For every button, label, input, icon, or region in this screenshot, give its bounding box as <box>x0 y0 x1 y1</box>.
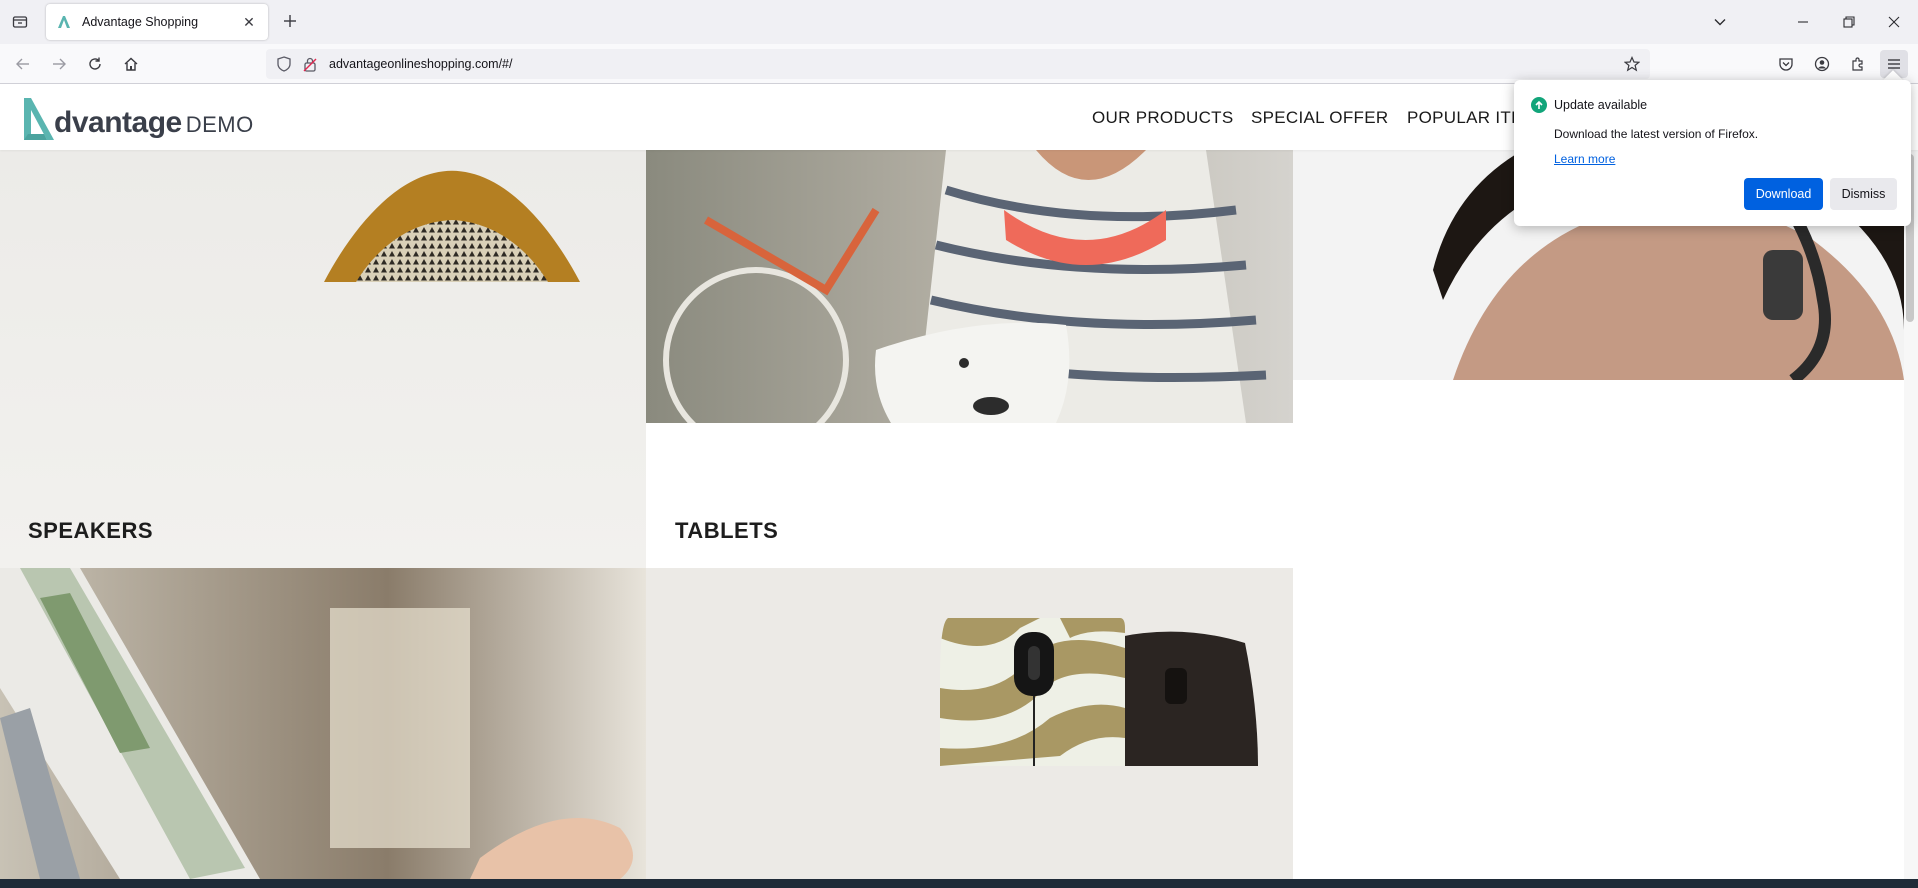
logo-demo: DEMO <box>185 112 254 137</box>
mice-image <box>940 618 1258 766</box>
navigation-toolbar: advantageonlineshopping.com/#/ <box>0 44 1918 84</box>
popup-body: Download the latest version of Firefox. <box>1554 127 1759 141</box>
back-icon[interactable] <box>9 50 37 78</box>
update-available-popup: Update available Download the latest ver… <box>1514 80 1911 226</box>
home-icon[interactable] <box>117 50 145 78</box>
tab-close-icon[interactable]: ✕ <box>240 13 258 31</box>
category-tile-mice[interactable] <box>646 568 1293 879</box>
restore-icon[interactable] <box>1835 8 1863 36</box>
update-arrow-icon <box>1531 97 1547 113</box>
os-taskbar <box>0 879 1918 888</box>
list-all-tabs-icon[interactable] <box>1706 8 1734 36</box>
minimize-icon[interactable] <box>1789 8 1817 36</box>
tab-bar: Advantage Shopping ✕ <box>0 0 1918 44</box>
tab-advantage-shopping[interactable]: Advantage Shopping ✕ <box>46 4 268 40</box>
insecure-lock-icon[interactable] <box>302 56 318 72</box>
account-icon[interactable] <box>1808 50 1836 78</box>
nav-special-offer[interactable]: SPECIAL OFFER <box>1251 108 1388 128</box>
tablets-label[interactable]: TABLETS <box>675 518 778 544</box>
forward-icon[interactable] <box>45 50 73 78</box>
nav-our-products[interactable]: OUR PRODUCTS <box>1092 108 1234 128</box>
category-tile-tablets[interactable]: TABLETS <box>646 150 1293 568</box>
tab-title: Advantage Shopping <box>82 15 199 29</box>
firefox-view-icon[interactable] <box>6 8 34 36</box>
pocket-icon[interactable] <box>1772 50 1800 78</box>
category-tile-laptops[interactable] <box>0 568 646 879</box>
speaker-image <box>324 170 580 282</box>
extensions-icon[interactable] <box>1844 50 1872 78</box>
new-tab-icon[interactable] <box>278 9 302 33</box>
learn-more-link[interactable]: Learn more <box>1554 152 1615 166</box>
close-window-icon[interactable] <box>1880 8 1908 36</box>
advantage-logo[interactable]: dvantage DEMO <box>22 94 254 142</box>
url-bar[interactable]: advantageonlineshopping.com/#/ <box>266 49 1650 79</box>
url-text[interactable]: advantageonlineshopping.com/#/ <box>329 57 512 71</box>
dismiss-button[interactable]: Dismiss <box>1830 178 1897 210</box>
category-tile-speakers[interactable]: SPEAKERS <box>0 150 646 568</box>
download-button[interactable]: Download <box>1744 178 1823 210</box>
logo-word: dvantage <box>54 106 182 139</box>
popup-title: Update available <box>1554 98 1648 112</box>
tablet-photo-image <box>646 150 1293 423</box>
tracking-protection-shield-icon[interactable] <box>276 56 292 72</box>
advantage-favicon-icon <box>58 16 70 28</box>
laptop-photo-image <box>0 568 646 879</box>
advantage-logo-mark-icon <box>24 98 54 140</box>
speakers-label[interactable]: SPEAKERS <box>28 518 153 544</box>
bookmark-star-icon[interactable] <box>1624 56 1640 72</box>
reload-icon[interactable] <box>81 50 109 78</box>
